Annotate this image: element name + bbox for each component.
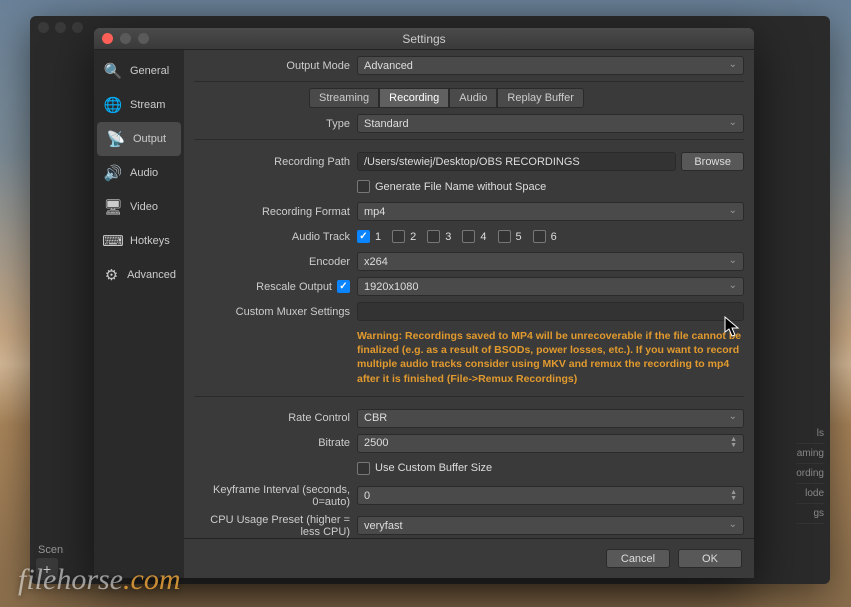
cancel-button[interactable]: Cancel [606,549,670,568]
ok-button[interactable]: OK [678,549,742,568]
custom-buffer-label: Use Custom Buffer Size [375,462,492,474]
tab-streaming[interactable]: Streaming [309,88,379,108]
maximize-icon[interactable] [138,33,149,44]
stream-icon: 🌐 [102,94,124,116]
audio-track-4-checkbox[interactable] [462,230,475,243]
audio-track-1-checkbox[interactable] [357,230,370,243]
bg-traffic-lights [38,22,83,33]
generate-filename-label: Generate File Name without Space [375,181,546,193]
type-select[interactable]: Standard [357,114,744,133]
sidebar-item-audio[interactable]: 🔊 Audio [94,156,184,190]
sidebar-item-label: General [130,65,169,77]
minimize-icon[interactable] [120,33,131,44]
encoder-select[interactable]: x264 [357,252,744,271]
generate-filename-checkbox[interactable] [357,180,370,193]
advanced-icon: ⚙ [102,264,121,286]
main-panel: Output Mode Advanced Streaming Recording… [184,50,754,578]
sidebar-item-video[interactable]: 🖥 Video [94,190,184,224]
hotkeys-icon: ⌨ [102,230,124,252]
mp4-warning-text: Warning: Recordings saved to MP4 will be… [357,327,744,390]
sidebar-item-label: Output [133,133,166,145]
video-icon: 🖥 [102,196,124,218]
keyframe-interval-spinner[interactable]: 0▲▼ [357,486,744,505]
audio-track-group: 1 2 3 4 5 6 [357,230,744,243]
custom-buffer-checkbox[interactable] [357,462,370,475]
output-mode-select[interactable]: Advanced [357,56,744,75]
output-mode-label: Output Mode [194,60,357,72]
custom-muxer-label: Custom Muxer Settings [194,306,357,318]
custom-muxer-input[interactable] [357,302,744,321]
recording-path-label: Recording Path [194,156,357,168]
tab-recording[interactable]: Recording [379,88,449,108]
settings-window: Settings 🔍 General 🌐 Stream 📡 Output 🔊 A… [94,28,754,578]
sidebar-item-hotkeys[interactable]: ⌨ Hotkeys [94,224,184,258]
recording-path-input[interactable] [357,152,676,171]
tab-audio[interactable]: Audio [449,88,497,108]
general-icon: 🔍 [102,60,124,82]
rate-control-select[interactable]: CBR [357,409,744,428]
audio-track-2-checkbox[interactable] [392,230,405,243]
output-icon: 📡 [105,128,127,150]
sidebar-item-output[interactable]: 📡 Output [97,122,181,156]
recording-format-select[interactable]: mp4 [357,202,744,221]
audio-track-6-checkbox[interactable] [533,230,546,243]
cpu-preset-label: CPU Usage Preset (higher = less CPU) [194,514,357,538]
encoder-label: Encoder [194,256,357,268]
window-title: Settings [94,32,754,46]
tab-replay-buffer[interactable]: Replay Buffer [497,88,583,108]
button-bar: Apply Cancel OK [184,538,754,578]
watermark: filehorse.com [18,563,180,597]
output-tabs: Streaming Recording Audio Replay Buffer [309,88,744,108]
sidebar-item-label: Advanced [127,269,176,281]
type-label: Type [194,118,357,130]
close-icon[interactable] [102,33,113,44]
audio-track-3-checkbox[interactable] [427,230,440,243]
rescale-output-checkbox[interactable] [337,280,350,293]
rate-control-label: Rate Control [194,412,357,424]
sidebar-item-label: Audio [130,167,158,179]
audio-track-label: Audio Track [194,231,357,243]
sidebar-item-general[interactable]: 🔍 General [94,54,184,88]
bg-scene-label: Scen [38,544,63,556]
traffic-lights [102,33,149,44]
audio-icon: 🔊 [102,162,124,184]
bitrate-spinner[interactable]: 2500▲▼ [357,434,744,453]
sidebar-item-advanced[interactable]: ⚙ Advanced [94,258,184,292]
recording-format-label: Recording Format [194,206,357,218]
bg-right-panel: ls aming ording lode gs [796,424,824,524]
cpu-preset-select[interactable]: veryfast [357,516,744,535]
rescale-output-select[interactable]: 1920x1080 [357,277,744,296]
rescale-output-label: Rescale Output [256,281,332,293]
sidebar-item-label: Stream [130,99,165,111]
audio-track-5-checkbox[interactable] [498,230,511,243]
sidebar-item-stream[interactable]: 🌐 Stream [94,88,184,122]
browse-button[interactable]: Browse [681,152,744,171]
sidebar-item-label: Hotkeys [130,235,170,247]
sidebar: 🔍 General 🌐 Stream 📡 Output 🔊 Audio 🖥 Vi… [94,50,184,578]
titlebar: Settings [94,28,754,50]
bitrate-label: Bitrate [194,437,357,449]
sidebar-item-label: Video [130,201,158,213]
keyframe-interval-label: Keyframe Interval (seconds, 0=auto) [194,484,357,508]
